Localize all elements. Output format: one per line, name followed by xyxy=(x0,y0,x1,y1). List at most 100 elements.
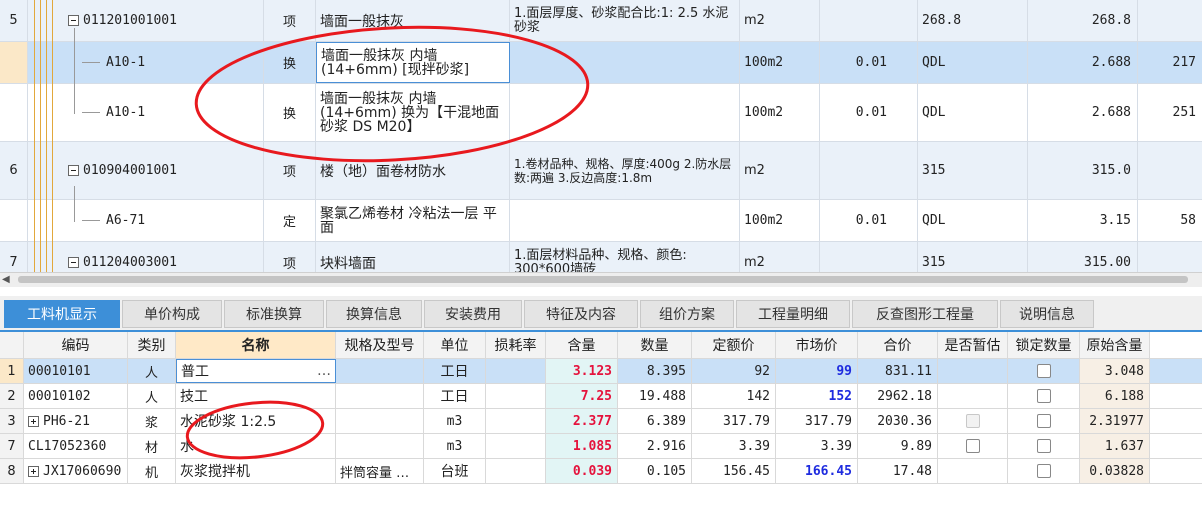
item-feature[interactable] xyxy=(510,200,740,241)
resource-market-price[interactable]: 3.39 xyxy=(776,434,858,458)
item-expression[interactable]: QDL xyxy=(918,84,1028,141)
item-content[interactable]: 0.01 xyxy=(820,84,918,141)
horizontal-scrollbar[interactable]: ◀ xyxy=(0,272,1202,287)
column-header-name[interactable]: 名称 xyxy=(176,332,336,358)
ellipsis-button-icon[interactable]: … xyxy=(317,363,331,379)
column-header-category[interactable]: 类别 xyxy=(128,332,176,358)
table-row[interactable]: 5 011201001001 项 墙面一般抹灰 1.面层厚度、砂浆配合比:1: … xyxy=(0,0,1202,42)
tree-collapse-icon[interactable] xyxy=(68,257,79,268)
item-expression[interactable]: QDL xyxy=(918,200,1028,241)
column-header-lock-quantity[interactable]: 锁定数量 xyxy=(1008,332,1080,358)
resource-name[interactable]: 水 xyxy=(176,434,336,458)
table-row[interactable]: 8 JX17060690 机 灰浆搅拌机 拌筒容量 … 台班 0.039 0.1… xyxy=(0,459,1202,484)
tree-expand-icon[interactable] xyxy=(28,465,39,477)
tab-graphic-quantity-lookup[interactable]: 反查图形工程量 xyxy=(852,300,998,328)
tab-pricing-plan[interactable]: 组价方案 xyxy=(640,300,734,328)
table-row[interactable]: 7 CL17052360 材 水 m3 1.085 2.916 3.39 3.3… xyxy=(0,434,1202,459)
tab-conversion-info[interactable]: 换算信息 xyxy=(326,300,422,328)
resource-spec[interactable] xyxy=(336,434,424,458)
resource-content[interactable]: 3.123 xyxy=(546,359,618,383)
resource-spec[interactable] xyxy=(336,409,424,433)
resource-name-edit[interactable]: 普工 … xyxy=(176,359,336,383)
column-header-content[interactable]: 含量 xyxy=(546,332,618,358)
item-name-edit[interactable]: 墙面一般抹灰 内墙(14+6mm) [现拌砂浆] xyxy=(316,42,510,83)
provisional-cell[interactable] xyxy=(938,409,1008,433)
resource-name[interactable]: 技工 xyxy=(176,384,336,408)
item-name[interactable]: 墙面一般抹灰 xyxy=(316,0,510,41)
column-header-original-content[interactable]: 原始含量 xyxy=(1080,332,1150,358)
column-header-market-price[interactable]: 市场价 xyxy=(776,332,858,358)
item-name[interactable]: 聚氯乙烯卷材 冷粘法一层 平面 xyxy=(316,200,510,241)
scrollbar-thumb[interactable] xyxy=(18,276,1188,283)
resource-name[interactable]: 水泥砂浆 1:2.5 xyxy=(176,409,336,433)
column-header-loss-rate[interactable]: 损耗率 xyxy=(486,332,546,358)
resource-code[interactable]: CL17052360 xyxy=(24,434,128,458)
table-row[interactable]: 2 00010102 人 技工 工日 7.25 19.488 142 152 2… xyxy=(0,384,1202,409)
resource-content[interactable]: 2.377 xyxy=(546,409,618,433)
resource-code-cell[interactable]: PH6-21 xyxy=(24,409,128,433)
lock-quantity-cell[interactable] xyxy=(1008,384,1080,408)
resource-loss-rate[interactable] xyxy=(486,434,546,458)
table-row[interactable]: 7 011204003001 项 块料墙面 1.面层材料品种、规格、颜色: 30… xyxy=(0,242,1202,272)
resource-spec[interactable]: 拌筒容量 … xyxy=(336,459,424,483)
resource-loss-rate[interactable] xyxy=(486,359,546,383)
resource-spec[interactable] xyxy=(336,359,424,383)
table-row[interactable]: 3 PH6-21 浆 水泥砂浆 1:2.5 m3 2.377 6.389 317… xyxy=(0,409,1202,434)
item-expression[interactable]: 315 xyxy=(918,142,1028,199)
tree-collapse-icon[interactable] xyxy=(68,165,79,176)
table-row-selected[interactable]: A10-1 换 墙面一般抹灰 内墙(14+6mm) [现拌砂浆] 100m2 0… xyxy=(0,42,1202,84)
item-expression[interactable]: 268.8 xyxy=(918,0,1028,41)
item-code-cell[interactable]: A6-71 xyxy=(28,200,264,241)
table-row[interactable]: A6-71 定 聚氯乙烯卷材 冷粘法一层 平面 100m2 0.01 QDL 3… xyxy=(0,200,1202,242)
lock-quantity-cell[interactable] xyxy=(1008,434,1080,458)
resource-name[interactable]: 灰浆搅拌机 xyxy=(176,459,336,483)
column-header-code[interactable]: 编码 xyxy=(24,332,128,358)
item-feature[interactable] xyxy=(510,42,740,83)
checkbox-icon[interactable] xyxy=(1036,389,1051,403)
column-header-unit[interactable]: 单位 xyxy=(424,332,486,358)
resource-spec[interactable] xyxy=(336,384,424,408)
item-content[interactable]: 0.01 xyxy=(820,200,918,241)
resource-content[interactable]: 1.085 xyxy=(546,434,618,458)
column-header-total[interactable]: 合价 xyxy=(858,332,938,358)
checkbox-icon[interactable] xyxy=(1036,439,1051,453)
resource-category[interactable]: 材 xyxy=(128,434,176,458)
resource-code-cell[interactable]: JX17060690 xyxy=(24,459,128,483)
item-code-cell[interactable]: 010904001001 xyxy=(28,142,264,199)
resource-category[interactable]: 人 xyxy=(128,384,176,408)
column-header-provisional[interactable]: 是否暂估 xyxy=(938,332,1008,358)
item-code-cell[interactable]: 011201001001 xyxy=(28,0,264,41)
resource-category[interactable]: 浆 xyxy=(128,409,176,433)
table-row-selected[interactable]: 1 00010101 人 普工 … 工日 3.123 8.395 92 99 8… xyxy=(0,359,1202,384)
tab-features-content[interactable]: 特征及内容 xyxy=(524,300,638,328)
item-name[interactable]: 楼（地）面卷材防水 xyxy=(316,142,510,199)
resource-loss-rate[interactable] xyxy=(486,459,546,483)
item-name[interactable]: 块料墙面 xyxy=(316,242,510,272)
item-feature[interactable]: 1.面层材料品种、规格、颜色: 300*600墙砖 xyxy=(510,242,740,272)
resource-code[interactable]: 00010101 xyxy=(24,359,128,383)
resource-grid[interactable]: 编码 类别 名称 规格及型号 单位 损耗率 含量 数量 定额价 市场价 合价 是… xyxy=(0,332,1202,510)
lock-quantity-cell[interactable] xyxy=(1008,409,1080,433)
checkbox-icon[interactable] xyxy=(1036,464,1051,478)
item-expression[interactable]: QDL xyxy=(918,42,1028,83)
checkbox-icon[interactable] xyxy=(965,439,980,453)
tree-collapse-icon[interactable] xyxy=(68,15,79,26)
resource-loss-rate[interactable] xyxy=(486,384,546,408)
tree-expand-icon[interactable] xyxy=(28,415,39,427)
item-code-cell[interactable]: A10-1 xyxy=(28,42,264,83)
item-feature[interactable] xyxy=(510,84,740,141)
column-header-spec[interactable]: 规格及型号 xyxy=(336,332,424,358)
tab-standard-conversion[interactable]: 标准换算 xyxy=(224,300,324,328)
item-expression[interactable]: 315 xyxy=(918,242,1028,272)
item-feature[interactable]: 1.卷材品种、规格、厚度:400g 2.防水层数:两遍 3.反边高度:1.8m xyxy=(510,142,740,199)
resource-category[interactable]: 人 xyxy=(128,359,176,383)
item-feature[interactable]: 1.面层厚度、砂浆配合比:1: 2.5 水泥砂浆 xyxy=(510,0,740,41)
resource-market-price[interactable]: 99 xyxy=(776,359,858,383)
item-name[interactable]: 墙面一般抹灰 内墙(14+6mm) 换为【干混地面砂浆 DS M20】 xyxy=(316,84,510,141)
table-row[interactable]: A10-1 换 墙面一般抹灰 内墙(14+6mm) 换为【干混地面砂浆 DS M… xyxy=(0,84,1202,142)
scroll-left-icon[interactable]: ◀ xyxy=(2,273,10,287)
resource-category[interactable]: 机 xyxy=(128,459,176,483)
tab-labor-material-machine[interactable]: 工料机显示 xyxy=(4,300,120,328)
bill-items-grid[interactable]: 5 011201001001 项 墙面一般抹灰 1.面层厚度、砂浆配合比:1: … xyxy=(0,0,1202,272)
tab-quantity-details[interactable]: 工程量明细 xyxy=(736,300,850,328)
